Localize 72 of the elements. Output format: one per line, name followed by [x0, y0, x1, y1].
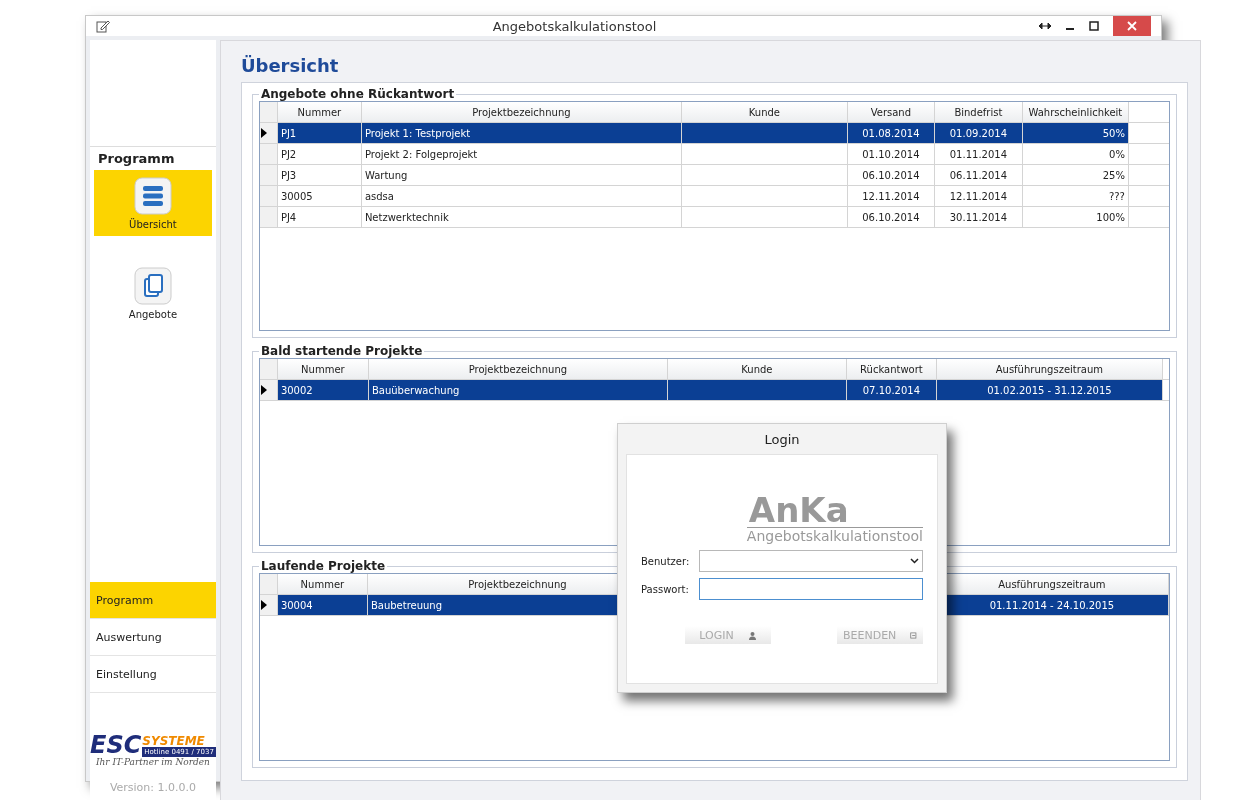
- table-cell: 01.08.2014: [847, 123, 935, 143]
- maximize-icon[interactable]: [1089, 21, 1099, 31]
- table-cell: 07.10.2014: [846, 380, 937, 400]
- page-title: Übersicht: [240, 55, 340, 76]
- table-cell: ???: [1022, 186, 1129, 206]
- sidebar-item[interactable]: Angebote: [94, 260, 212, 326]
- column-header[interactable]: Nummer: [277, 359, 369, 379]
- table-cell: PJ4: [277, 207, 362, 227]
- table-cell: 30.11.2014: [934, 207, 1023, 227]
- table-cell: Netzwerktechnik: [361, 207, 682, 227]
- table-cell: 50%: [1022, 123, 1129, 143]
- table-cell: PJ3: [277, 165, 362, 185]
- logo-text: ESC: [90, 733, 142, 757]
- table-cell: 01.09.2014: [934, 123, 1023, 143]
- resize-icon[interactable]: [1039, 22, 1051, 30]
- column-header[interactable]: Rückantwort: [846, 359, 937, 379]
- table-cell: asdsa: [361, 186, 682, 206]
- table-cell: Projekt 2: Folgeprojekt: [361, 144, 682, 164]
- slogan: Ihr IT-Partner im Norden: [95, 757, 210, 767]
- table-cell: PJ1: [277, 123, 362, 143]
- column-header[interactable]: Nummer: [277, 574, 368, 594]
- column-header[interactable]: Versand: [847, 102, 935, 122]
- list-icon: [133, 176, 172, 215]
- table-cell: Bauüberwachung: [368, 380, 668, 400]
- table-cell: 06.10.2014: [847, 207, 935, 227]
- table-cell: 12.11.2014: [847, 186, 935, 206]
- table-cell: Wartung: [361, 165, 682, 185]
- table-cell: 25%: [1022, 165, 1129, 185]
- row-header[interactable]: [259, 595, 278, 615]
- dialog-title: Login: [763, 430, 801, 449]
- column-header[interactable]: Nummer: [277, 102, 362, 122]
- section-title: Angebote ohne Rückantwort: [259, 87, 456, 101]
- chevron-down-icon: [910, 558, 919, 564]
- logo-subtitle: Angebotskalkulationstool: [746, 528, 923, 544]
- table-cell: 01.11.2014: [934, 144, 1023, 164]
- edit-icon: [96, 19, 110, 33]
- table-cell: 0%: [1022, 144, 1129, 164]
- table-cell: 01.10.2014: [847, 144, 935, 164]
- column-header[interactable]: Wahrscheinlichkeit: [1022, 102, 1129, 122]
- sidebar-item[interactable]: Übersicht: [94, 170, 212, 236]
- window-title: Angebotskalkulationstool: [491, 18, 658, 34]
- table-cell: 30005: [277, 186, 362, 206]
- column-header[interactable]: Projektbezeichnung: [368, 359, 668, 379]
- column-header[interactable]: Bindefrist: [934, 102, 1023, 122]
- column-header[interactable]: Projektbezeichnung: [361, 102, 682, 122]
- nav-item[interactable]: Programm: [90, 582, 216, 619]
- column-header[interactable]: Kunde: [667, 359, 847, 379]
- logo-text: AnKa: [746, 493, 923, 528]
- exit-icon: [910, 630, 917, 640]
- table-cell: 06.11.2014: [934, 165, 1023, 185]
- column-header[interactable]: Ausführungszeitraum: [936, 359, 1163, 379]
- documents-icon: [133, 266, 172, 305]
- table-cell: 100%: [1022, 207, 1129, 227]
- version-label: Version: 1.0.0.0: [108, 781, 197, 794]
- field-label: Benutzer:: [641, 555, 691, 567]
- user-icon: [747, 630, 757, 640]
- table-cell: PJ2: [277, 144, 362, 164]
- table-cell: 01.02.2015 - 31.12.2015: [936, 380, 1163, 400]
- row-header[interactable]: [259, 380, 278, 400]
- table-cell: Projekt 1: Testprojekt: [361, 123, 682, 143]
- row-header[interactable]: [259, 123, 278, 143]
- column-header[interactable]: Kunde: [681, 102, 848, 122]
- logo-text: SYSTEME: [142, 735, 206, 747]
- table-cell: 06.10.2014: [847, 165, 935, 185]
- section-title: Laufende Projekte: [259, 559, 387, 573]
- table-cell: 30002: [277, 380, 369, 400]
- table-cell: 12.11.2014: [934, 186, 1023, 206]
- section-title: Bald startende Projekte: [259, 344, 424, 358]
- password-field[interactable]: [699, 578, 923, 600]
- close-icon: [1127, 21, 1137, 31]
- table-cell: 30004: [277, 595, 368, 615]
- close-button[interactable]: [1113, 16, 1151, 36]
